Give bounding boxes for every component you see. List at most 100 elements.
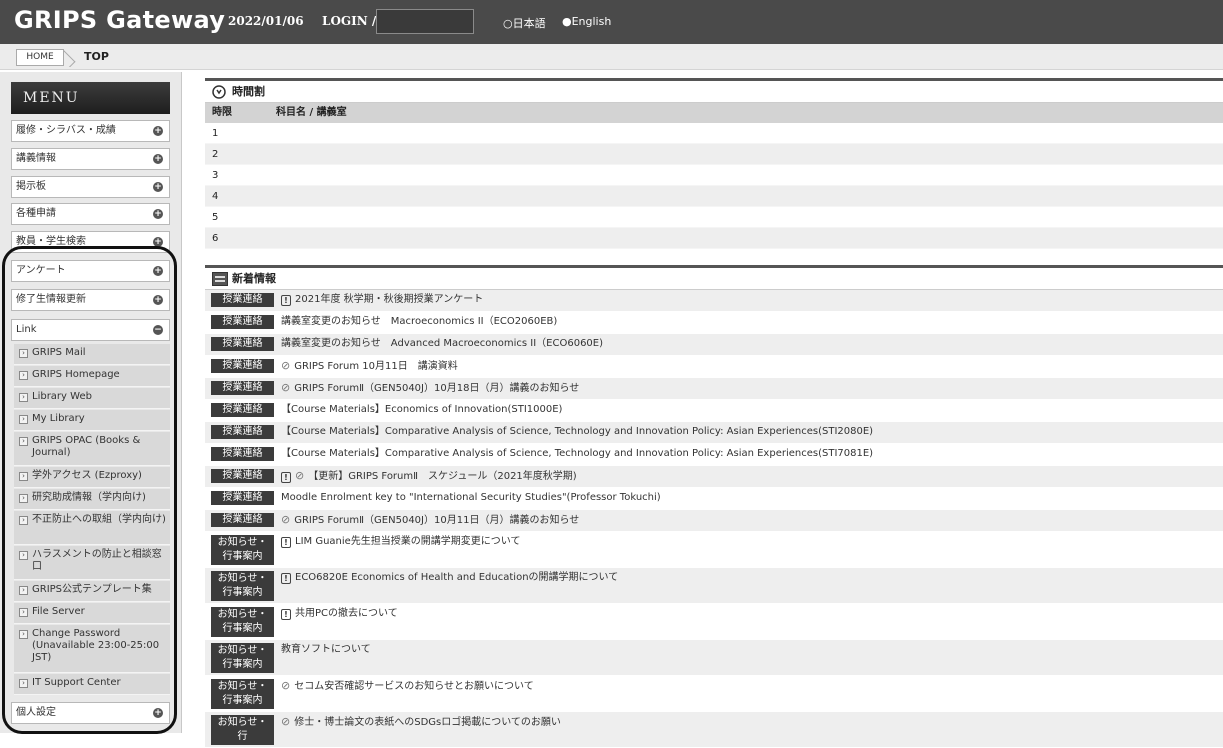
expand-icon: + [153,209,163,219]
category-badge: お知らせ・ 行事案内 [211,571,274,601]
attachment-icon: ⊘ [281,513,291,526]
sidebar-item-label: 掲示板 [16,181,46,192]
sidebar-item-label: 講義情報 [16,153,56,164]
login-user-redacted [376,9,474,34]
breadcrumb-current: TOP [84,50,109,63]
column-subject: 科目名 / 講義室 [276,107,347,118]
news-item-text: 共用PCの撤去について [295,608,398,619]
news-item[interactable]: お知らせ・ 行事案内! ECO6820E Economics of Health a… [205,568,1223,604]
top-bar: GRIPS Gateway 2022/01/06 LOGIN / ○日本語 ●E… [0,0,1223,44]
news-item[interactable]: お知らせ・ 行事案内 教育ソフトについて [205,640,1223,676]
login-label: LOGIN / [322,14,377,28]
news-item-link[interactable]: ! ⊘ 【更新】GRIPS ForumⅡ スケジュール（2021年度秋学期) [281,469,577,484]
sidebar-item-lectures[interactable]: 講義情報 + [11,148,170,170]
lang-japanese-option[interactable]: ○日本語 [503,15,546,31]
category-badge: お知らせ・ 行事案内 [211,607,274,637]
news-item-link[interactable]: 講義室変更のお知らせ Macroeconomics II（ECO2060EB) [281,315,557,329]
expand-icon: + [153,182,163,192]
attachment-icon: ⊘ [281,381,291,394]
news-item-text: 講義室変更のお知らせ Advanced Macroeconomics II（EC… [281,338,604,349]
news-list: 授業連絡! 2021年度 秋学期・秋後期授業アンケート 授業連絡 講義室変更のお知らせ… [205,290,1223,748]
timetable-header: 時間割 [205,81,1223,103]
news-item-link[interactable]: Moodle Enrolment key to "International S… [281,491,661,505]
news-item[interactable]: 授業連絡! 2021年度 秋学期・秋後期授業アンケート [205,290,1223,312]
news-icon [212,272,228,286]
category-badge: お知らせ・ 行事案内 [211,643,274,673]
lang-english-option[interactable]: ●English [562,15,611,28]
news-item-link[interactable]: ⊘ GRIPS Forum 10月11日 講演資料 [281,359,458,374]
attachment-icon: ⊘ [281,679,291,692]
news-item[interactable]: 授業連絡 講義室変更のお知らせ Macroeconomics II（ECO2060… [205,312,1223,334]
news-title: 新着情報 [232,272,276,285]
sidebar-item-bulletin[interactable]: 掲示板 + [11,176,170,198]
current-date: 2022/01/06 [228,14,304,28]
category-badge: 授業連絡 [211,359,274,373]
attachment-icon: ⊘ [295,469,305,482]
news-item-link[interactable]: ⊘ セコム安否確認サービスのお知らせとお願いについて [281,679,534,694]
category-badge: 授業連絡 [211,447,274,461]
sidebar-item-courses[interactable]: 履修・シラバス・成績 + [11,120,170,142]
menu-title: MENU [11,82,170,114]
news-item-link[interactable]: ! 共用PCの撤去について [281,607,398,621]
news-item[interactable]: お知らせ・ 行事案内! LIM Guanie先生担当授業の開講学期変更について [205,532,1223,568]
category-badge: 授業連絡 [211,315,274,329]
notice-icon: ! [281,609,291,620]
breadcrumb-separator-icon [64,48,78,67]
news-item[interactable]: 授業連絡 ⊘ GRIPS ForumⅡ（GEN5040J）10月18日（月）講義のお… [205,378,1223,400]
news-item-text: 2021年度 秋学期・秋後期授業アンケート [295,294,484,305]
news-item[interactable]: 授業連絡 Moodle Enrolment key to "Internation… [205,488,1223,510]
news-item-text: 【Course Materials】Comparative Analysis o… [281,426,874,437]
expand-icon: + [153,126,163,136]
news-item-link[interactable]: 【Course Materials】Comparative Analysis o… [281,425,873,439]
category-badge: 授業連絡 [211,403,274,417]
news-item-text: 【Course Materials】Economics of Innovatio… [281,404,563,415]
news-item-link[interactable]: ! ECO6820E Economics of Health and Educat… [281,571,618,585]
news-item[interactable]: お知らせ・ 行事案内 ⊘ セコム安否確認サービスのお知らせとお願いについて [205,676,1223,712]
news-item[interactable]: 授業連絡! ⊘ 【更新】GRIPS ForumⅡ スケジュール（2021年度秋学期) [205,466,1223,488]
timetable-panel: 時間割 時限 科目名 / 講義室 1 2 3 4 5 6 [205,78,1223,249]
news-item-text: ECO6820E Economics of Health and Educati… [295,572,619,583]
news-item[interactable]: 授業連絡 【Course Materials】Comparative Analys… [205,444,1223,466]
highlight-oval [2,246,177,734]
news-item-link[interactable]: ! LIM Guanie先生担当授業の開講学期変更について [281,535,521,549]
news-item-text: GRIPS ForumⅡ（GEN5040J）10月11日（月）講義のお知らせ [294,515,580,526]
news-item-link[interactable]: ! 2021年度 秋学期・秋後期授業アンケート [281,293,483,307]
notice-icon: ! [281,537,291,548]
news-item-link[interactable]: ⊘ 修士・博士論文の表紙へのSDGsロゴ掲載についてのお願い [281,715,561,730]
sidebar-item-applications[interactable]: 各種申請 + [11,203,170,225]
app-title[interactable]: GRIPS Gateway [14,6,225,34]
attachment-icon: ⊘ [281,715,291,728]
news-header: 新着情報 [205,268,1223,290]
news-item-link[interactable]: 教育ソフトについて [281,643,371,657]
news-item-link[interactable]: 【Course Materials】Comparative Analysis o… [281,447,873,461]
news-item-text: LIM Guanie先生担当授業の開講学期変更について [295,536,521,547]
news-item-link[interactable]: ⊘ GRIPS ForumⅡ（GEN5040J）10月11日（月）講義のお知らせ [281,513,579,528]
news-item-link[interactable]: ⊘ GRIPS ForumⅡ（GEN5040J）10月18日（月）講義のお知らせ [281,381,579,396]
news-item-text: 【Course Materials】Comparative Analysis o… [281,448,874,459]
timetable-row: 3 [205,165,1223,186]
news-item-text: 修士・博士論文の表紙へのSDGsロゴ掲載についてのお願い [294,717,561,728]
timetable-row: 1 [205,123,1223,144]
news-item[interactable]: 授業連絡 ⊘ GRIPS ForumⅡ（GEN5040J）10月11日（月）講義のお… [205,510,1223,532]
notice-icon: ! [281,295,291,306]
column-period: 時限 [212,107,232,118]
news-item-text: Moodle Enrolment key to "International S… [281,492,661,503]
news-item[interactable]: 授業連絡 ⊘ GRIPS Forum 10月11日 講演資料 [205,356,1223,378]
breadcrumb: HOME TOP [0,44,1223,70]
notice-icon: ! [281,573,291,584]
news-item-text: 講義室変更のお知らせ Macroeconomics II（ECO2060EB) [281,316,558,327]
news-item[interactable]: 授業連絡 【Course Materials】Comparative Analys… [205,422,1223,444]
category-badge: 授業連絡 [211,513,274,527]
news-item-link[interactable]: 【Course Materials】Economics of Innovatio… [281,403,562,417]
category-badge: お知らせ・ 行事案内 [211,535,274,565]
breadcrumb-home[interactable]: HOME [16,49,64,66]
news-panel: 新着情報 授業連絡! 2021年度 秋学期・秋後期授業アンケート 授業連絡 講義室変更… [205,265,1223,748]
news-item[interactable]: 授業連絡 【Course Materials】Economics of Innov… [205,400,1223,422]
news-item[interactable]: お知らせ・行 ⊘ 修士・博士論文の表紙へのSDGsロゴ掲載についてのお願い [205,712,1223,748]
news-item-link[interactable]: 講義室変更のお知らせ Advanced Macroeconomics II（EC… [281,337,603,351]
news-item[interactable]: 授業連絡 講義室変更のお知らせ Advanced Macroeconomics I… [205,334,1223,356]
category-badge: お知らせ・行 [211,715,274,745]
sidebar-item-label: 履修・シラバス・成績 [16,125,116,136]
news-item[interactable]: お知らせ・ 行事案内! 共用PCの撤去について [205,604,1223,640]
category-badge: 授業連絡 [211,491,274,505]
